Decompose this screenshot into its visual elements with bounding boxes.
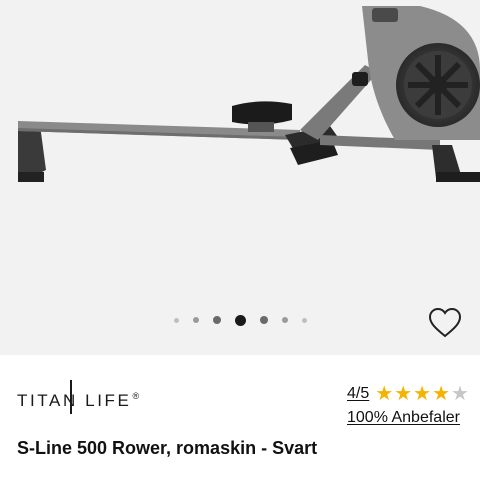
carousel-indicators [0,313,480,327]
star-filled-icon: ★ [394,383,413,405]
carousel-dot-active[interactable] [234,314,246,326]
rowing-machine-image [18,6,480,182]
carousel-dot[interactable] [192,317,199,323]
star-filled-icon: ★ [432,383,450,405]
heart-outline-icon [428,307,462,338]
product-image-gallery[interactable] [0,0,480,355]
rating-score-link[interactable]: 4/5 [347,385,369,403]
carousel-dot[interactable] [212,316,221,324]
carousel-dot[interactable] [301,317,307,323]
star-filled-icon: ★ [375,383,394,405]
brand-name: TITAN LIFE® [17,391,140,410]
carousel-dot[interactable] [281,317,288,323]
star-empty-icon: ★ [451,383,469,405]
product-title: S-Line 500 Rower, romaskin - Svart [17,438,318,458]
recommend-percentage-link[interactable]: 100% Anbefaler [347,409,460,427]
carousel-dot[interactable] [259,316,268,324]
favorite-heart-icon[interactable] [428,307,462,339]
carousel-dot[interactable] [173,317,179,323]
product-rating[interactable]: 4/5 ★ ★ ★ ★ ★ [347,384,469,404]
rating-stars: ★ ★ ★ ★ ★ [375,384,469,404]
star-filled-icon: ★ [413,383,432,405]
brand-logo[interactable]: TITAN LIFE® [17,380,139,414]
